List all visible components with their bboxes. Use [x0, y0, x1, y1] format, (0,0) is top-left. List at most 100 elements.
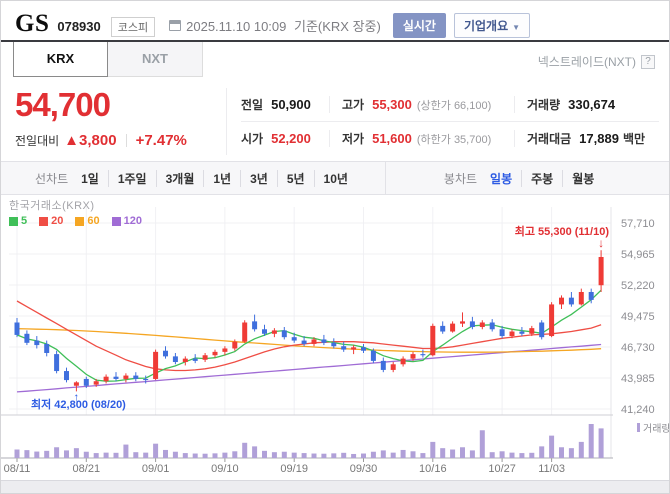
- period-bar: 선차트 1일 1주일 3개월 1년 3년 5년 10년 봉차트 일봉 주봉 월봉: [1, 161, 669, 195]
- ma5-label: 5: [21, 215, 28, 227]
- realtime-button[interactable]: 실시간: [392, 12, 446, 38]
- period-5year[interactable]: 5년: [276, 169, 314, 187]
- volume-pane-label: 거래량: [643, 423, 670, 435]
- period-1year[interactable]: 1년: [203, 169, 240, 187]
- high-annotation: 최고 55,300 (11/10): [515, 224, 610, 238]
- ma60-label: 60: [87, 215, 100, 227]
- open-value: 52,200: [271, 131, 311, 146]
- quote-row-1: 전일 50,900 고가 55,300 (상한가 66,100) 거래량 330…: [241, 88, 659, 122]
- low-cell: 저가 51,600 (하한가 35,700): [329, 130, 514, 147]
- volume-cell: 거래량 330,674: [514, 96, 659, 113]
- ma20-chip-icon: [39, 216, 49, 226]
- change-value: ▲3,800: [64, 132, 116, 149]
- ma120-label: 120: [123, 215, 142, 227]
- ma120-legend: 120: [111, 215, 142, 227]
- amount-cell: 거래대금 17,889 백만: [514, 130, 659, 147]
- current-price: 54,700: [15, 86, 111, 123]
- stock-code: 078930: [57, 19, 101, 34]
- candle-chart-group-label: 봉차트: [443, 171, 478, 186]
- x-axis-label: 10/27: [488, 463, 516, 475]
- stock-chart: 08/11 08/21 09/01 09/10 09/19 09/30 10/16 10/27…: [1, 207, 670, 475]
- volume-series: [14, 424, 604, 458]
- company-overview-button[interactable]: 기업개요 ▼: [453, 12, 531, 38]
- upper-limit: (상한가 66,100): [416, 99, 492, 112]
- chart-legend: 한국거래소(KRX) 5 20 60 120: [9, 197, 154, 227]
- footer-strip: [1, 480, 669, 493]
- candlestick-series: [14, 250, 604, 392]
- amount-unit: 백만: [622, 132, 646, 146]
- chart-source-label: 한국거래소(KRX): [9, 200, 95, 212]
- quote-table: 전일 50,900 고가 55,300 (상한가 66,100) 거래량 330…: [241, 88, 659, 155]
- price-change-line: 전일대비 ▲3,800 +7.47%: [15, 132, 226, 149]
- y-axis-label: 41,240: [621, 404, 655, 416]
- y-axis-label: 46,730: [621, 342, 655, 354]
- x-axis-label: 10/16: [419, 463, 447, 475]
- low-label: 저가: [342, 132, 365, 146]
- y-axis-label: 49,475: [621, 311, 655, 323]
- timestamp-value: 2025.11.10 10:09: [186, 19, 287, 34]
- tab-krx[interactable]: KRX: [13, 42, 108, 77]
- ma20-legend: 20: [39, 215, 63, 227]
- high-cell: 고가 55,300 (상한가 66,100): [329, 96, 514, 113]
- period-3month[interactable]: 3개월: [155, 169, 204, 187]
- high-label: 고가: [342, 98, 365, 112]
- period-monthly[interactable]: 월봉: [562, 169, 603, 187]
- down-arrow-icon: ↓: [598, 236, 604, 250]
- header: GS 078930 코스피 2025.11.10 10:09 기준(KRX 장중…: [1, 1, 669, 42]
- period-3year[interactable]: 3년: [240, 169, 277, 187]
- chevron-down-icon: ▼: [512, 22, 521, 32]
- period-daily[interactable]: 일봉: [481, 170, 521, 187]
- chart-area: 한국거래소(KRX) 5 20 60 120 08/11 08/21 09/01 09…: [1, 195, 669, 480]
- x-axis-label: 11/03: [538, 463, 565, 475]
- candle-chart-group: 봉차트 일봉 주봉 월봉: [443, 169, 603, 187]
- timestamp-suffix: 기준(KRX 장중): [294, 19, 381, 34]
- prev-close-value: 50,900: [271, 97, 311, 112]
- change-label: 전일대비: [15, 133, 60, 148]
- quote-timestamp: 2025.11.10 10:09 기준(KRX 장중): [186, 16, 381, 35]
- prev-close-cell: 전일 50,900: [241, 96, 329, 113]
- stock-name: GS: [15, 10, 50, 37]
- period-10year[interactable]: 10년: [313, 169, 357, 187]
- period-1week[interactable]: 1주일: [107, 169, 156, 187]
- x-axis-label: 09/30: [350, 463, 378, 475]
- high-value: 55,300: [372, 97, 412, 112]
- open-cell: 시가 52,200: [241, 130, 329, 147]
- up-arrow-icon: ▲: [64, 131, 80, 149]
- line-chart-group-label: 선차트: [35, 171, 69, 186]
- ma120-chip-icon: [111, 216, 121, 226]
- prev-close-label: 전일: [241, 98, 264, 112]
- amount-value: 17,889: [579, 131, 619, 146]
- low-value: 51,600: [372, 131, 412, 146]
- ma5-legend: 5: [9, 215, 27, 227]
- change-amount: 3,800: [79, 131, 117, 149]
- stock-detail-page: GS 078930 코스피 2025.11.10 10:09 기준(KRX 장중…: [0, 0, 670, 494]
- nxt-info-label: 넥스트레이드(NXT): [537, 55, 636, 69]
- volume-pane-icon: [637, 423, 640, 432]
- ma20-label: 20: [51, 215, 64, 227]
- x-axis-label: 08/21: [73, 463, 101, 475]
- moving-average-lines: [16, 289, 602, 393]
- market-tabbar: KRX NXT 넥스트레이드(NXT) ?: [1, 42, 669, 78]
- period-1day[interactable]: 1일: [72, 170, 108, 187]
- price-block: 54,700 전일대비 ▲3,800 +7.47%: [15, 86, 227, 155]
- ma60-chip-icon: [75, 216, 85, 226]
- ma60-legend: 60: [75, 215, 100, 227]
- help-icon[interactable]: ?: [641, 54, 655, 69]
- x-axis-label: 08/11: [4, 463, 31, 475]
- period-weekly[interactable]: 주봉: [521, 169, 562, 187]
- company-overview-label: 기업개요: [463, 18, 509, 33]
- calendar-icon: [169, 19, 182, 31]
- quote-summary: 54,700 전일대비 ▲3,800 +7.47% 전일 50,900 고가 5…: [1, 78, 669, 161]
- x-axis-label: 09/01: [142, 463, 170, 475]
- y-axis-label: 43,985: [621, 373, 655, 385]
- ma5-chip-icon: [9, 216, 18, 226]
- tab-nxt[interactable]: NXT: [108, 42, 203, 77]
- volume-label: 거래량: [527, 98, 561, 112]
- change-percent: +7.47%: [135, 131, 187, 149]
- annotations: 최고 55,300 (11/10)↓최저 42,800 (08/20)↑거래량: [31, 224, 670, 435]
- y-axis-label: 52,220: [621, 280, 655, 292]
- amount-label: 거래대금: [527, 132, 572, 146]
- x-axis-label: 09/19: [280, 463, 308, 475]
- quote-row-2: 시가 52,200 저가 51,600 (하한가 35,700) 거래대금 17…: [241, 122, 659, 155]
- up-arrow-icon: ↑: [73, 390, 79, 404]
